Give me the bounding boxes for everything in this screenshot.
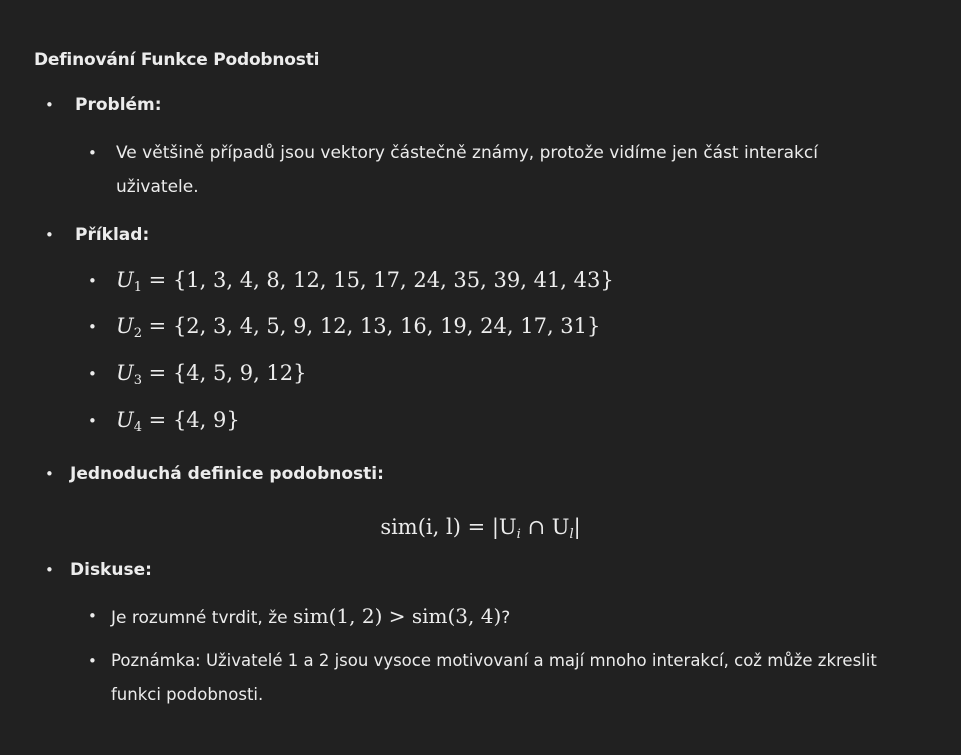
set-u3: U3 = {4, 5, 9, 12} — [116, 356, 307, 398]
equals-sign: = — [141, 268, 173, 292]
bullet: • — [45, 465, 54, 483]
bullet: • — [88, 652, 97, 670]
bullet: • — [45, 226, 54, 244]
bullet: • — [88, 144, 97, 162]
similarity-formula: sim(i, l) = |Ui ∩ Ul| — [0, 510, 961, 552]
set-u1: U1 = {1, 3, 4, 8, 12, 15, 17, 24, 35, 39… — [116, 263, 614, 305]
set-subscript: 2 — [133, 326, 142, 341]
question-suffix: ? — [501, 608, 511, 628]
set-name: U — [116, 361, 134, 385]
definition-label: Jednoduchá definice podobnosti: — [70, 464, 384, 484]
bullet: • — [45, 96, 54, 114]
set-values: {4, 9} — [172, 408, 240, 432]
bullet: • — [88, 318, 97, 336]
set-name: U — [116, 408, 134, 432]
bullet: • — [88, 412, 97, 430]
discussion-question: Je rozumné tvrdit, že sim(1, 2) > sim(3,… — [111, 599, 510, 635]
bullet: • — [45, 561, 54, 579]
note-line1: Poznámka: Uživatelé 1 a 2 jsou vysoce mo… — [111, 651, 877, 670]
set-values: {1, 3, 4, 8, 12, 15, 17, 24, 35, 39, 41,… — [172, 268, 614, 292]
example-label: Příklad: — [75, 225, 150, 245]
formula-end: | — [573, 515, 581, 539]
set-name: U — [116, 314, 134, 338]
set-u2: U2 = {2, 3, 4, 5, 9, 12, 13, 16, 19, 24,… — [116, 309, 600, 351]
question-math: sim(1, 2) > sim(3, 4) — [292, 604, 502, 628]
equals-sign: = — [141, 314, 173, 338]
equals-sign: = — [141, 361, 173, 385]
problem-text-line2: uživatele. — [116, 177, 199, 197]
note-line2: funkci podobnosti. — [111, 685, 264, 704]
question-prefix: Je rozumné tvrdit, že — [111, 608, 293, 628]
bullet: • — [88, 607, 97, 625]
bullet: • — [88, 272, 97, 290]
formula-main: sim(i, l) = |U — [380, 515, 517, 539]
set-subscript: 1 — [133, 280, 142, 295]
problem-text-line1: Ve většině případů jsou vektory částečně… — [116, 143, 818, 163]
set-u4: U4 = {4, 9} — [116, 403, 240, 445]
equals-sign: = — [141, 408, 173, 432]
section-heading: Definování Funkce Podobnosti — [34, 50, 320, 70]
set-name: U — [116, 268, 134, 292]
set-values: {2, 3, 4, 5, 9, 12, 13, 16, 19, 24, 17, … — [172, 314, 601, 338]
set-subscript: 3 — [133, 373, 142, 388]
formula-intersection: ∩ U — [520, 515, 570, 539]
set-subscript: 4 — [133, 420, 142, 435]
discussion-label: Diskuse: — [70, 560, 152, 580]
bullet: • — [88, 365, 97, 383]
set-values: {4, 5, 9, 12} — [172, 361, 307, 385]
problem-label: Problém: — [75, 95, 162, 115]
